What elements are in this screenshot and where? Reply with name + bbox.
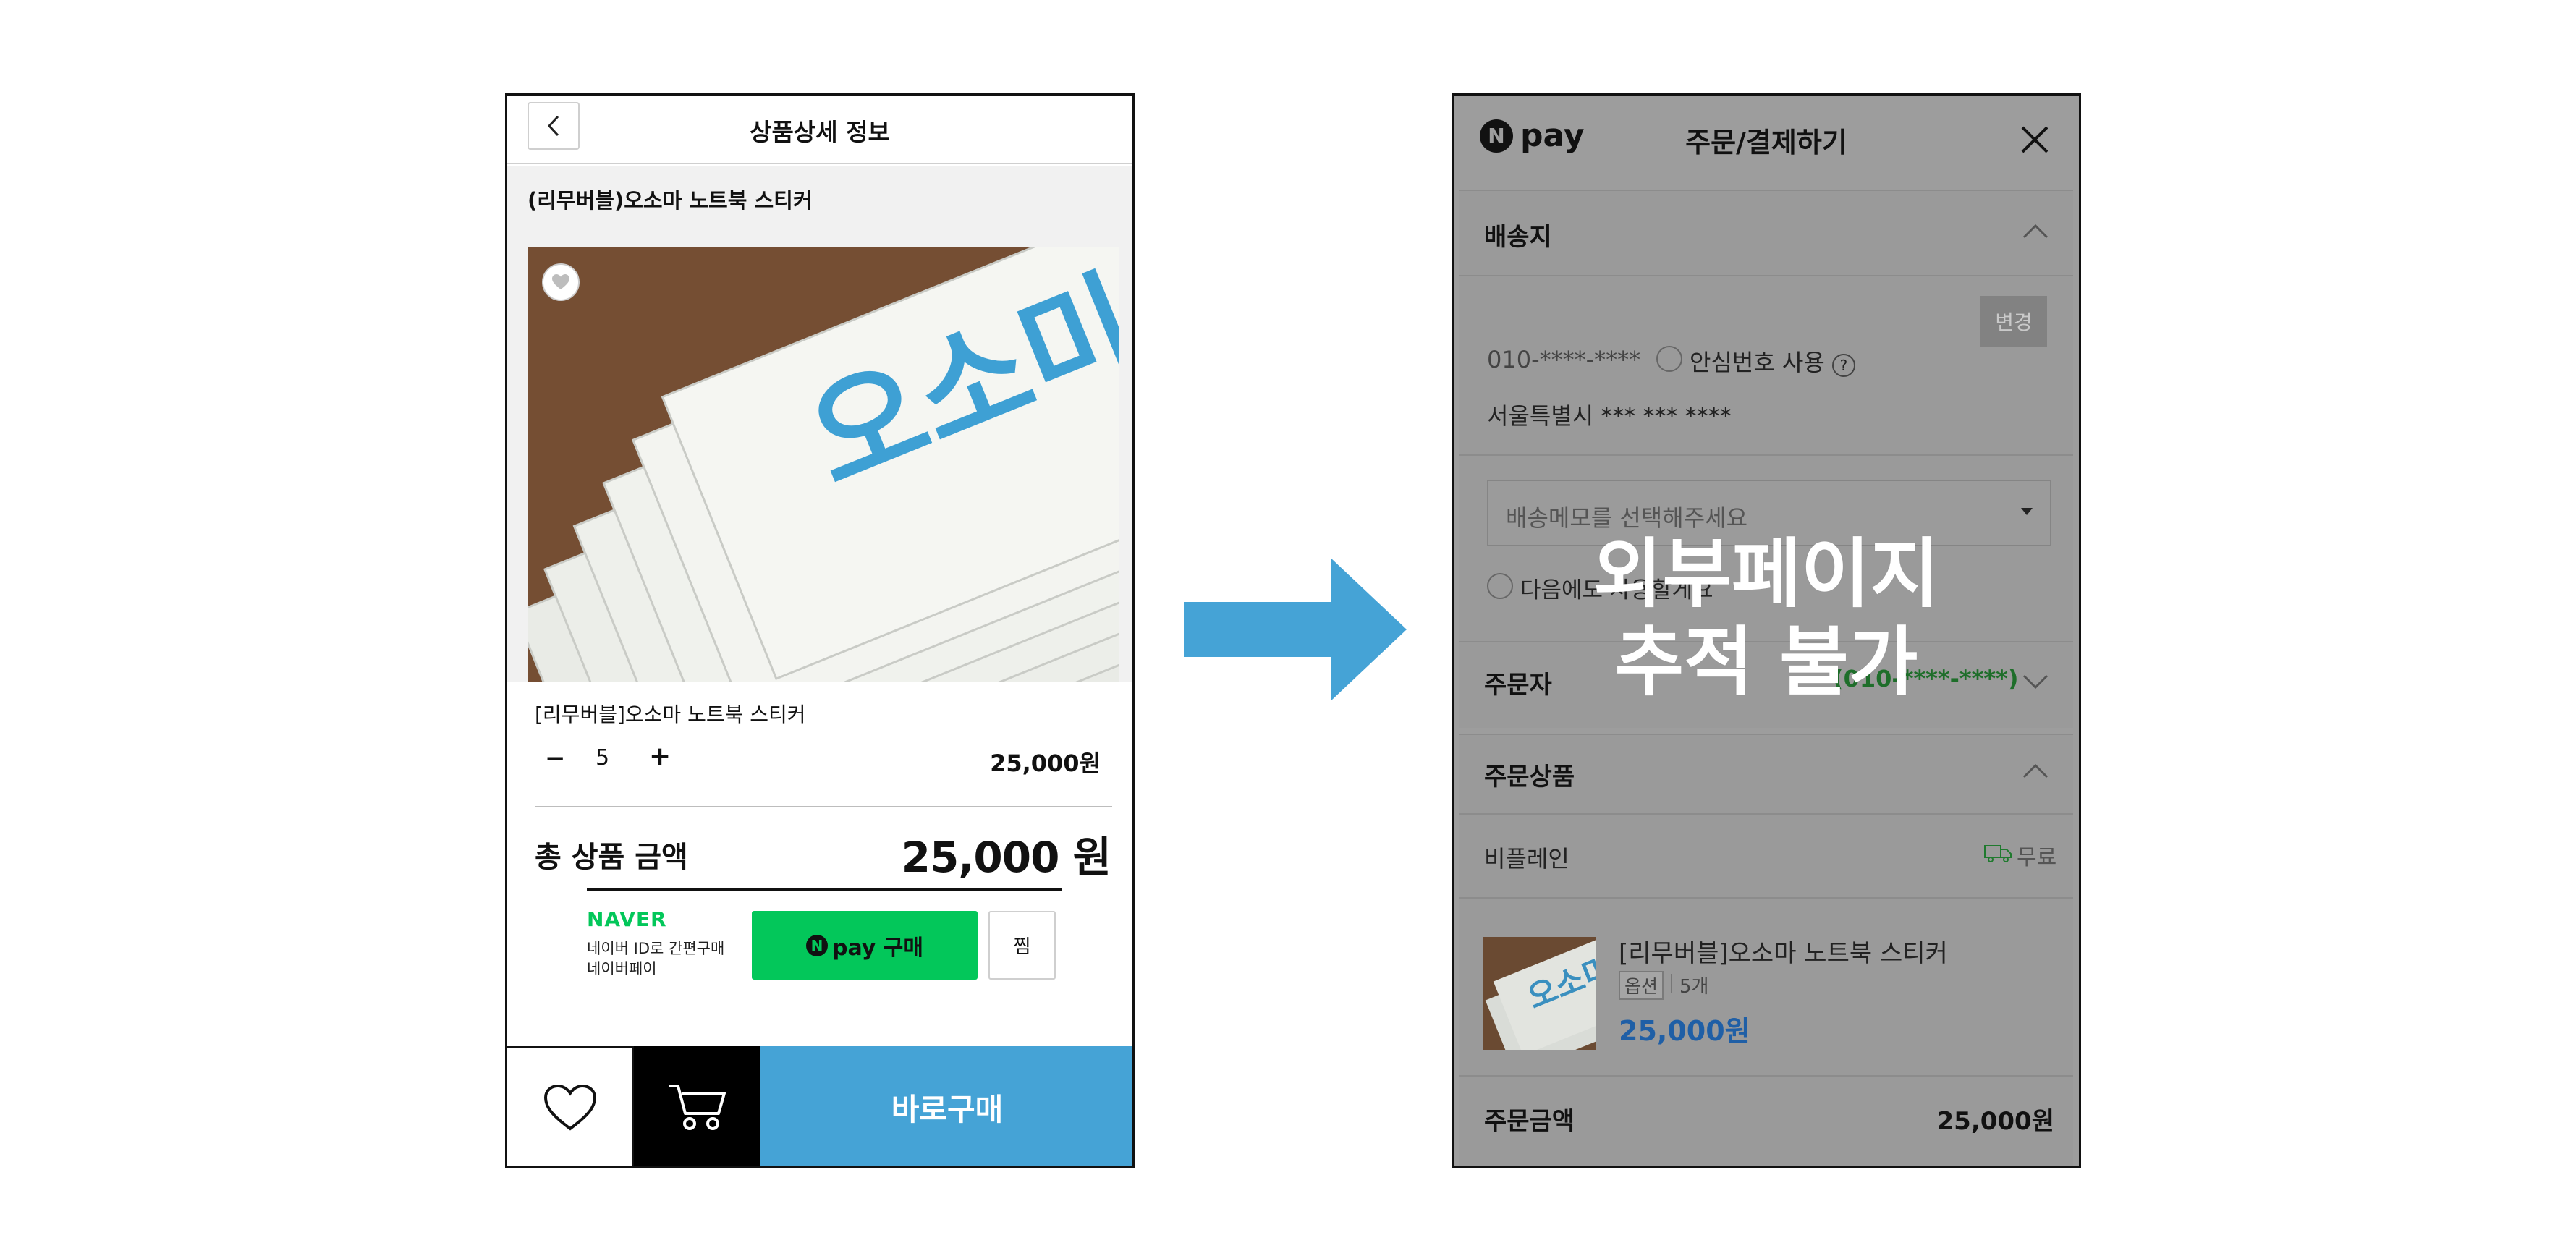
product-detail-screen: 상품상세 정보 (리무버블)오소마 노트북 스티커 오소미 [리무버블]오소마 … xyxy=(505,93,1135,1168)
safe-number-label: 안심번호 사용 ? xyxy=(1690,344,1855,378)
item-quantity: 5개 xyxy=(1679,976,1709,998)
divider xyxy=(587,888,1062,891)
item-price: 25,000원 xyxy=(1619,1015,1750,1047)
naver-subtext: 네이버 ID로 간편구매 xyxy=(587,940,725,957)
quantity-increase-button[interactable]: + xyxy=(649,742,671,771)
divider xyxy=(1459,454,2073,456)
quantity-value[interactable]: 5 xyxy=(596,745,609,771)
heart-outline-icon xyxy=(543,1084,596,1131)
checkout-title: 주문/결제하기 xyxy=(1685,126,1847,158)
page-title: 상품상세 정보 xyxy=(750,117,890,146)
product-image: 오소미 xyxy=(528,247,1119,682)
npay-buy-label: pay 구매 xyxy=(832,935,923,961)
wishlist-button[interactable] xyxy=(507,1046,634,1166)
option-tag: 옵션 xyxy=(1619,971,1664,1000)
chevron-up-icon[interactable] xyxy=(2022,223,2048,239)
divider xyxy=(1459,275,2073,276)
option-name: [리무버블]오소마 노트북 스티커 xyxy=(535,703,806,726)
total-label: 총 상품 금액 xyxy=(535,841,688,874)
npay-buy-button[interactable]: N pay 구매 xyxy=(752,911,978,980)
products-title: 주문상품 xyxy=(1484,763,1575,792)
item-name: [리무버블]오소마 노트북 스티커 xyxy=(1619,939,1948,968)
wishlist-badge[interactable] xyxy=(542,263,580,301)
overlay-label: 외부페이지 추적 불가 xyxy=(1454,530,2079,706)
back-button[interactable] xyxy=(528,102,580,150)
receiver-phone: 010-****-**** xyxy=(1487,346,1641,373)
jjim-button[interactable]: 찜 xyxy=(988,911,1056,980)
npay-n-icon: N xyxy=(806,934,828,956)
divider xyxy=(1671,974,1672,993)
chevron-left-icon xyxy=(547,115,559,137)
product-thumbnail: 오소미 xyxy=(1483,937,1596,1050)
divider xyxy=(1459,1075,2073,1077)
shipping-fee: 무료 xyxy=(2017,845,2057,870)
divider xyxy=(1459,897,2073,899)
heart-icon xyxy=(552,274,569,289)
checkout-screen: N pay 주문/결제하기 배송지 변경 010-****-**** 안심번호 … xyxy=(1452,93,2081,1168)
seller-name: 비플레인 xyxy=(1484,845,1569,873)
close-icon[interactable] xyxy=(2018,123,2051,156)
safe-number-text: 안심번호 사용 xyxy=(1690,349,1825,376)
caret-down-icon xyxy=(2021,508,2033,515)
chevron-up-icon[interactable] xyxy=(2022,763,2048,778)
overlay-line-2: 추적 불가 xyxy=(1614,618,1918,706)
option-price: 25,000원 xyxy=(990,750,1101,777)
overlay-line-1: 외부페이지 xyxy=(1593,530,1940,618)
quantity-decrease-button[interactable]: − xyxy=(545,744,566,773)
naver-subtext: 네이버페이 xyxy=(587,960,657,977)
truck-icon xyxy=(1984,845,2012,862)
help-icon[interactable]: ? xyxy=(1831,354,1855,377)
divider xyxy=(1459,813,2073,815)
naver-logo: NAVER xyxy=(587,907,667,931)
divider xyxy=(535,806,1112,807)
cart-button[interactable] xyxy=(634,1046,760,1166)
delivery-memo-placeholder: 배송메모를 선택해주세요 xyxy=(1506,504,1748,532)
safe-number-checkbox[interactable] xyxy=(1656,346,1682,372)
product-heading: (리무버블)오소마 노트북 스티커 xyxy=(528,188,813,213)
total-value: 25,000 원 xyxy=(901,833,1111,882)
flow-arrow-icon xyxy=(1184,559,1407,700)
buy-now-button[interactable]: 바로구매 xyxy=(760,1046,1132,1166)
shipping-title: 배송지 xyxy=(1484,223,1552,252)
address: 서울특별시 *** *** **** xyxy=(1487,402,1732,430)
cart-icon xyxy=(669,1085,726,1130)
order-amount-value: 25,000원 xyxy=(1936,1107,2054,1136)
change-address-button[interactable]: 변경 xyxy=(1980,296,2047,347)
order-amount-label: 주문금액 xyxy=(1484,1107,1575,1136)
